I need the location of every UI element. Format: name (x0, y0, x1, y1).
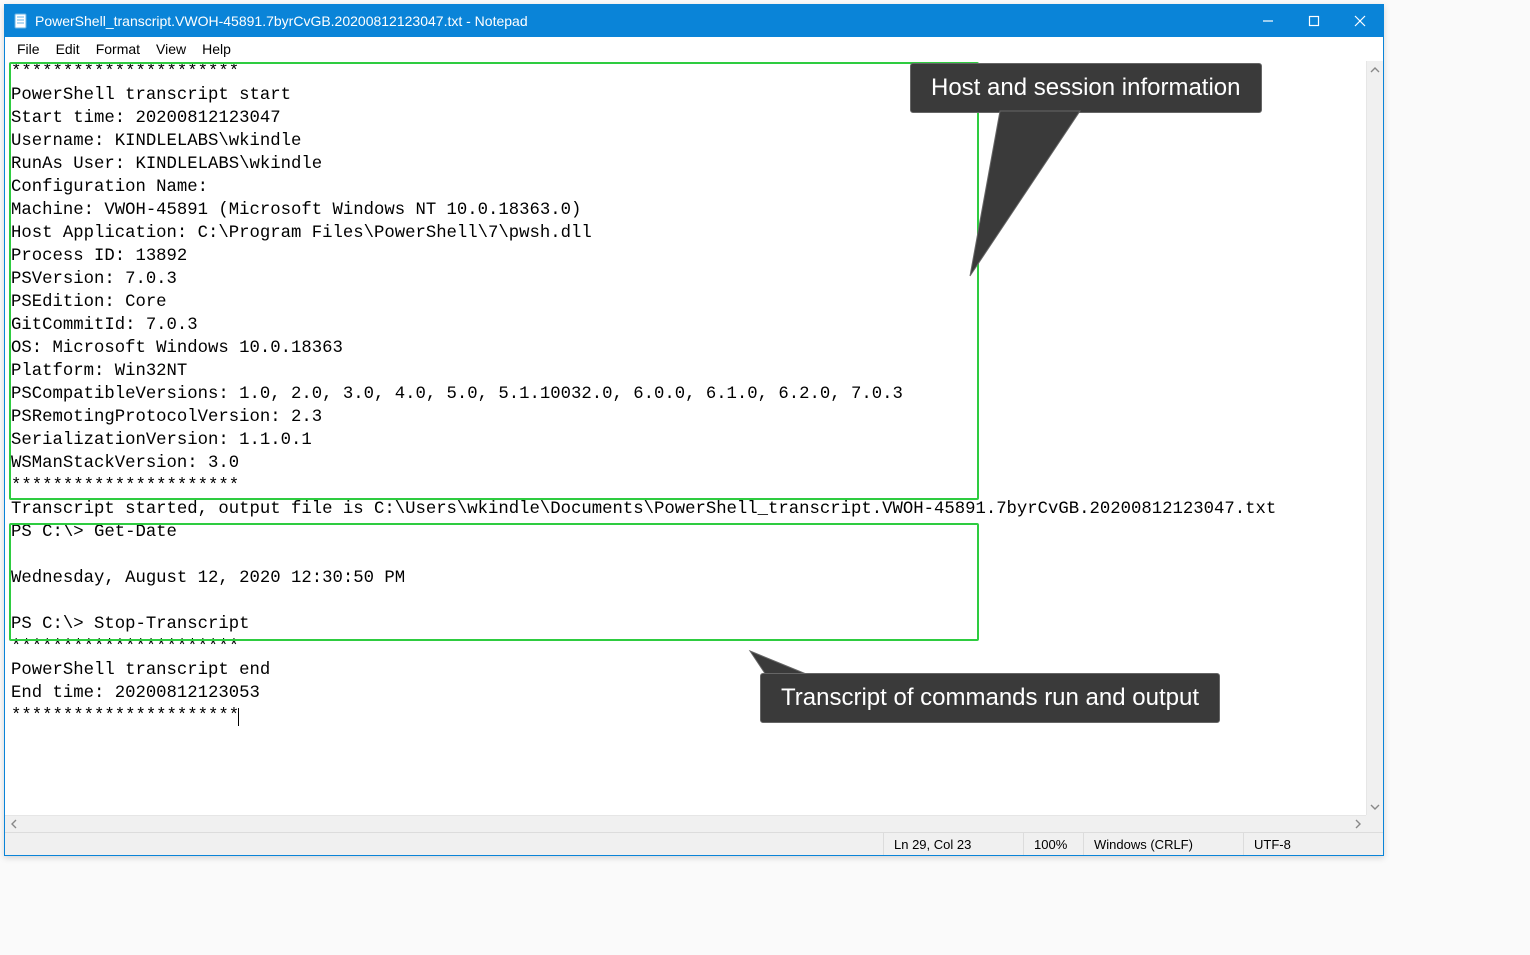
menubar: File Edit Format View Help (5, 37, 1383, 61)
editor-area: ********************** PowerShell transc… (5, 61, 1383, 832)
notepad-window: PowerShell_transcript.VWOH-45891.7byrCvG… (4, 4, 1384, 856)
scroll-right-icon[interactable] (1349, 816, 1366, 832)
titlebar[interactable]: PowerShell_transcript.VWOH-45891.7byrCvG… (5, 5, 1383, 37)
menu-help[interactable]: Help (194, 39, 239, 59)
scroll-track[interactable] (1367, 78, 1383, 798)
menu-file[interactable]: File (9, 39, 48, 59)
scroll-track[interactable] (22, 816, 1349, 832)
close-button[interactable] (1337, 5, 1383, 37)
status-zoom: 100% (1023, 833, 1083, 855)
minimize-button[interactable] (1245, 5, 1291, 37)
horizontal-scrollbar[interactable] (5, 815, 1366, 832)
scroll-up-icon[interactable] (1367, 61, 1383, 78)
menu-format[interactable]: Format (88, 39, 148, 59)
vertical-scrollbar[interactable] (1366, 61, 1383, 815)
status-cursor-position: Ln 29, Col 23 (883, 833, 1023, 855)
notepad-icon (13, 13, 29, 29)
menu-edit[interactable]: Edit (48, 39, 88, 59)
status-encoding: UTF-8 (1243, 833, 1383, 855)
text-editor[interactable]: ********************** PowerShell transc… (5, 61, 1366, 815)
scroll-left-icon[interactable] (5, 816, 22, 832)
maximize-button[interactable] (1291, 5, 1337, 37)
window-title: PowerShell_transcript.VWOH-45891.7byrCvG… (35, 13, 1245, 29)
menu-view[interactable]: View (148, 39, 194, 59)
scroll-down-icon[interactable] (1367, 798, 1383, 815)
status-line-ending: Windows (CRLF) (1083, 833, 1243, 855)
window-controls (1245, 5, 1383, 37)
scrollbar-corner (1366, 815, 1383, 832)
statusbar: Ln 29, Col 23 100% Windows (CRLF) UTF-8 (5, 832, 1383, 855)
